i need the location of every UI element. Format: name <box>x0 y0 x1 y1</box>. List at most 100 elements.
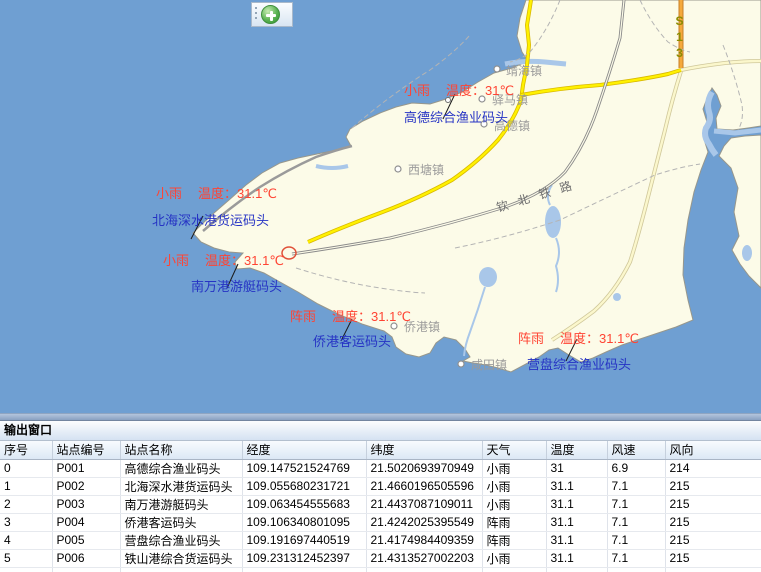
weather-text: 小雨 <box>156 186 182 201</box>
weather-text: 小雨 <box>163 253 189 268</box>
cell-index: 5 <box>0 549 52 567</box>
cell-latitude: 21.4437087109011 <box>366 495 482 513</box>
cell-latitude: 21.4660196505596 <box>366 477 482 495</box>
cell-station-name: 铁山港综合货运码头 <box>120 549 242 567</box>
table-row[interactable]: 2 P003 南万港游艇码头 109.063454555683 21.44370… <box>0 495 761 513</box>
cell-longitude: 109.106340801095 <box>242 513 366 531</box>
weather-annotation: 小雨 温度：31℃ <box>404 80 514 99</box>
cell-weather: 阵雨 <box>482 531 546 549</box>
table-header-row: 序号 站点编号 站点名称 经度 纬度 天气 温度 风速 风向 <box>0 441 761 459</box>
cell-index: 4 <box>0 531 52 549</box>
cell-temperature: 31.1 <box>546 477 607 495</box>
cell-wind-direction: 215 <box>665 495 761 513</box>
temperature-text: 温度：31.1℃ <box>205 253 284 268</box>
cell-longitude: 109.231312452397 <box>242 549 366 567</box>
output-panel-title: 输出窗口 <box>0 421 761 441</box>
cell-wind-direction: 215 <box>665 477 761 495</box>
station-label: 侨港客运码头 <box>313 331 391 350</box>
station-label: 营盘综合渔业码头 <box>527 354 631 373</box>
weather-annotation: 小雨 温度：31.1℃ <box>156 183 277 202</box>
table-row-empty <box>0 567 761 572</box>
cell-latitude: 21.4174984409359 <box>366 531 482 549</box>
cell-station-name: 高德综合渔业码头 <box>120 459 242 477</box>
cell-station-name: 侨港客运码头 <box>120 513 242 531</box>
panel-splitter[interactable] <box>0 413 761 421</box>
table-row[interactable]: 1 P002 北海深水港货运码头 109.055680231721 21.466… <box>0 477 761 495</box>
cell-temperature: 31 <box>546 459 607 477</box>
cell-wind-speed: 6.9 <box>607 459 665 477</box>
column-header[interactable]: 经度 <box>242 441 366 459</box>
column-header[interactable]: 序号 <box>0 441 52 459</box>
output-table: 序号 站点编号 站点名称 经度 纬度 天气 温度 风速 风向 0 P001 高德… <box>0 441 761 572</box>
weather-text: 阵雨 <box>290 309 316 324</box>
column-header[interactable]: 站点编号 <box>52 441 120 459</box>
temperature-text: 温度：31.1℃ <box>332 309 411 324</box>
cell-longitude: 109.063454555683 <box>242 495 366 513</box>
temperature-text: 温度：31℃ <box>446 83 514 98</box>
cell-index: 0 <box>0 459 52 477</box>
add-button[interactable] <box>261 5 280 24</box>
cell-wind-speed: 7.1 <box>607 495 665 513</box>
weather-text: 阵雨 <box>518 331 544 346</box>
weather-text: 小雨 <box>404 83 430 98</box>
cell-latitude: 21.5020693970949 <box>366 459 482 477</box>
table-row[interactable]: 5 P006 铁山港综合货运码头 109.231312452397 21.431… <box>0 549 761 567</box>
map-viewport[interactable]: 靖海镇 驿马镇 高德镇 西塘镇 侨港镇 咸田镇 钦北铁路 S13 小雨温度：31… <box>0 0 761 413</box>
cell-temperature: 31.1 <box>546 531 607 549</box>
road-shield-s13: S13 <box>674 13 685 61</box>
cell-wind-speed: 7.1 <box>607 549 665 567</box>
cell-index: 2 <box>0 495 52 513</box>
town-label: 靖海镇 <box>506 63 542 78</box>
town-label: 西塘镇 <box>408 162 444 177</box>
column-header[interactable]: 站点名称 <box>120 441 242 459</box>
cell-station-id: P004 <box>52 513 120 531</box>
cell-station-id: P003 <box>52 495 120 513</box>
column-header[interactable]: 纬度 <box>366 441 482 459</box>
cell-station-name: 北海深水港货运码头 <box>120 477 242 495</box>
cell-wind-speed: 7.1 <box>607 477 665 495</box>
town-label: 咸田镇 <box>471 358 507 372</box>
cell-weather: 小雨 <box>482 477 546 495</box>
temperature-text: 温度：31.1℃ <box>198 186 277 201</box>
cell-index: 3 <box>0 513 52 531</box>
table-row[interactable]: 3 P004 侨港客运码头 109.106340801095 21.424202… <box>0 513 761 531</box>
cell-longitude: 109.055680231721 <box>242 477 366 495</box>
column-header[interactable]: 温度 <box>546 441 607 459</box>
cell-latitude: 21.4242025395549 <box>366 513 482 531</box>
cell-station-id: P002 <box>52 477 120 495</box>
cell-wind-speed: 7.1 <box>607 513 665 531</box>
cell-weather: 阵雨 <box>482 513 546 531</box>
station-label: 北海深水港货运码头 <box>152 210 269 229</box>
column-header[interactable]: 天气 <box>482 441 546 459</box>
cell-longitude: 109.191697440519 <box>242 531 366 549</box>
column-header[interactable]: 风向 <box>665 441 761 459</box>
temperature-text: 温度：31.1℃ <box>560 331 639 346</box>
add-icon <box>270 11 273 21</box>
station-label: 南万港游艇码头 <box>191 276 282 295</box>
cell-weather: 小雨 <box>482 495 546 513</box>
weather-annotation: 阵雨 温度：31.1℃ <box>518 328 639 347</box>
weather-annotation: 小雨 温度：31.1℃ <box>163 250 284 269</box>
cell-wind-direction: 214 <box>665 459 761 477</box>
cell-station-id: P005 <box>52 531 120 549</box>
cell-station-name: 营盘综合渔业码头 <box>120 531 242 549</box>
toolbar-grip[interactable] <box>255 7 257 22</box>
cell-weather: 小雨 <box>482 459 546 477</box>
cell-station-id: P006 <box>52 549 120 567</box>
cell-longitude: 109.147521524769 <box>242 459 366 477</box>
map-toolbar <box>251 2 293 27</box>
cell-temperature: 31.1 <box>546 549 607 567</box>
cell-wind-speed: 7.1 <box>607 531 665 549</box>
cell-wind-direction: 215 <box>665 549 761 567</box>
cell-latitude: 21.4313527002203 <box>366 549 482 567</box>
cell-weather: 小雨 <box>482 549 546 567</box>
cell-index: 1 <box>0 477 52 495</box>
app-window: 靖海镇 驿马镇 高德镇 西塘镇 侨港镇 咸田镇 钦北铁路 S13 小雨温度：31… <box>0 0 761 572</box>
cell-wind-direction: 215 <box>665 513 761 531</box>
weather-annotation: 阵雨 温度：31.1℃ <box>290 306 411 325</box>
table-row[interactable]: 0 P001 高德综合渔业码头 109.147521524769 21.5020… <box>0 459 761 477</box>
cell-station-name: 南万港游艇码头 <box>120 495 242 513</box>
map-canvas[interactable]: 靖海镇 驿马镇 高德镇 西塘镇 侨港镇 咸田镇 钦北铁路 <box>0 0 761 413</box>
table-row[interactable]: 4 P005 营盘综合渔业码头 109.191697440519 21.4174… <box>0 531 761 549</box>
column-header[interactable]: 风速 <box>607 441 665 459</box>
